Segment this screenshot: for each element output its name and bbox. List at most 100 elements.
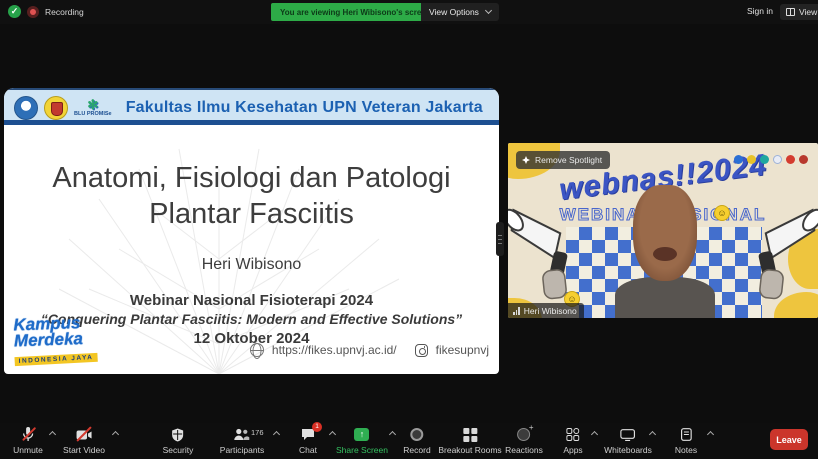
chat-label: Chat bbox=[299, 445, 317, 455]
apps-button[interactable]: Apps bbox=[563, 427, 582, 455]
breakout-rooms-icon bbox=[464, 428, 477, 441]
website-url: https://fikes.upnvj.ac.id/ bbox=[272, 343, 397, 357]
chat-unread-badge: 1 bbox=[312, 422, 322, 432]
chat-options-chevron-icon[interactable] bbox=[329, 431, 336, 438]
instagram-icon bbox=[415, 344, 428, 357]
view-options-button[interactable]: View Options bbox=[421, 3, 499, 21]
camera-off-icon bbox=[76, 427, 92, 442]
recording-label: Recording bbox=[45, 7, 84, 17]
sponsor-logo-icon bbox=[786, 155, 795, 164]
start-video-button[interactable]: Start Video bbox=[63, 427, 105, 455]
viewing-screen-banner: You are viewing Heri Wibisono's screen bbox=[271, 3, 440, 21]
notes-options-chevron-icon[interactable] bbox=[707, 431, 714, 438]
participants-options-chevron-icon[interactable] bbox=[273, 431, 280, 438]
kemdikbud-logo-icon bbox=[14, 96, 38, 120]
chat-button[interactable]: 1 Chat bbox=[299, 427, 317, 455]
microphone-muted-icon bbox=[22, 427, 34, 442]
instagram-handle: fikesupnvj bbox=[436, 343, 489, 357]
notes-button[interactable]: Notes bbox=[675, 427, 697, 455]
sign-in-button[interactable]: Sign in bbox=[747, 6, 773, 16]
sponsor-logo-icon bbox=[760, 155, 769, 164]
participant-name: Heri Wibisono bbox=[524, 306, 577, 316]
speaker-person bbox=[625, 185, 705, 318]
participants-label: Participants bbox=[220, 445, 264, 455]
faculty-title: Fakultas Ilmu Kesehatan UPN Veteran Jaka… bbox=[126, 99, 489, 117]
meeting-top-bar: ✓ Recording You are viewing Heri Wibison… bbox=[0, 0, 818, 24]
security-label: Security bbox=[163, 445, 194, 455]
reactions-button[interactable]: Reactions bbox=[505, 427, 543, 455]
apps-options-chevron-icon[interactable] bbox=[591, 431, 598, 438]
reactions-label: Reactions bbox=[505, 445, 543, 455]
slide-title-line1: Anatomi, Fisiologi dan Patologi bbox=[4, 160, 499, 196]
chat-bubble-icon: 1 bbox=[301, 427, 315, 442]
notes-label: Notes bbox=[675, 445, 697, 455]
participant-name-tag: Heri Wibisono bbox=[508, 303, 584, 318]
view-button-label: View bbox=[799, 7, 817, 17]
megaphone-icon bbox=[508, 198, 585, 305]
sponsor-logo-icon bbox=[799, 155, 808, 164]
share-screen-label: Share Screen bbox=[336, 445, 388, 455]
apps-label: Apps bbox=[563, 445, 582, 455]
event-name: Webinar Nasional Fisioterapi 2024 bbox=[4, 292, 499, 309]
blu-x-glyph: ✻ bbox=[87, 99, 98, 111]
slide-links-row: https://fikes.upnvj.ac.id/ fikesupnvj bbox=[250, 343, 489, 357]
view-options-label: View Options bbox=[429, 7, 479, 17]
slide-header-band: ✻ BLU PROMISe Fakultas Ilmu Kesehatan UP… bbox=[4, 88, 499, 125]
kampus-merdeka-logo: Kampus Merdeka INDONESIA JAYA bbox=[13, 315, 98, 368]
record-button[interactable]: Record bbox=[403, 427, 430, 455]
leave-button[interactable]: Leave bbox=[770, 429, 808, 450]
layout-grid-icon bbox=[786, 8, 795, 16]
security-shield-icon bbox=[172, 427, 184, 442]
zoom-meeting-window: { "top_bar": { "recording_label": "Recor… bbox=[0, 0, 818, 459]
share-screen-button[interactable]: ↑ Share Screen bbox=[336, 427, 388, 455]
breakout-rooms-button[interactable]: Breakout Rooms bbox=[438, 427, 501, 455]
participants-count: 176 bbox=[251, 428, 264, 437]
panel-resize-handle[interactable] bbox=[496, 222, 504, 256]
presenter-name: Heri Wibisono bbox=[4, 256, 499, 274]
start-video-label: Start Video bbox=[63, 445, 105, 455]
megaphone-icon bbox=[741, 198, 818, 305]
participants-button[interactable]: 176 Participants bbox=[220, 427, 264, 455]
audio-level-icon bbox=[513, 307, 520, 315]
record-icon bbox=[411, 428, 424, 441]
sponsor-logo-icon bbox=[734, 155, 743, 164]
breakout-rooms-label: Breakout Rooms bbox=[438, 445, 501, 455]
recording-indicator-icon bbox=[27, 6, 39, 18]
speaker-video-tile: webnas!!2024 WEBINAR NASIONAL ☺ ☺ ☺ Remo… bbox=[508, 143, 818, 318]
view-layout-button[interactable]: View bbox=[780, 4, 818, 20]
upn-veteran-logo-icon bbox=[44, 96, 68, 120]
video-options-chevron-icon[interactable] bbox=[112, 431, 119, 438]
sponsor-logo-icon bbox=[747, 155, 756, 164]
security-button[interactable]: Security bbox=[163, 427, 194, 455]
shared-screen-slide: ✻ BLU PROMISe Fakultas Ilmu Kesehatan UP… bbox=[4, 88, 499, 374]
sponsor-logos-row bbox=[734, 155, 808, 164]
whiteboards-button[interactable]: Whiteboards bbox=[604, 427, 652, 455]
kampus-logo-banner: INDONESIA JAYA bbox=[14, 353, 97, 366]
spotlight-icon bbox=[522, 156, 530, 164]
chevron-down-icon bbox=[485, 7, 492, 14]
globe-icon bbox=[250, 343, 264, 357]
reactions-smiley-icon bbox=[518, 428, 531, 441]
meeting-toolbar: Unmute Start Video Security 176 Particip… bbox=[0, 423, 818, 459]
unmute-label: Unmute bbox=[13, 445, 43, 455]
unmute-options-chevron-icon[interactable] bbox=[49, 431, 56, 438]
participants-icon: 176 bbox=[234, 427, 250, 442]
unmute-button[interactable]: Unmute bbox=[13, 427, 43, 455]
blu-logo-text: BLU PROMISe bbox=[74, 111, 112, 117]
record-label: Record bbox=[403, 445, 430, 455]
slide-title-line2: Plantar Fasciitis bbox=[4, 196, 499, 232]
sponsor-logo-icon bbox=[773, 155, 782, 164]
slide-title: Anatomi, Fisiologi dan Patologi Plantar … bbox=[4, 160, 499, 232]
whiteboards-icon bbox=[621, 427, 636, 442]
whiteboards-label: Whiteboards bbox=[604, 445, 652, 455]
share-options-chevron-icon[interactable] bbox=[389, 431, 396, 438]
notes-icon bbox=[681, 427, 692, 442]
smiley-decoration: ☺ bbox=[714, 205, 730, 221]
apps-icon bbox=[567, 427, 580, 442]
blu-promise-logo-icon: ✻ BLU PROMISe bbox=[74, 99, 112, 117]
remove-spotlight-label: Remove Spotlight bbox=[535, 155, 602, 165]
share-screen-icon: ↑ bbox=[354, 428, 369, 441]
encryption-shield-icon[interactable]: ✓ bbox=[8, 5, 21, 18]
remove-spotlight-button[interactable]: Remove Spotlight bbox=[516, 151, 610, 169]
kampus-logo-line2: Merdeka bbox=[14, 331, 97, 350]
